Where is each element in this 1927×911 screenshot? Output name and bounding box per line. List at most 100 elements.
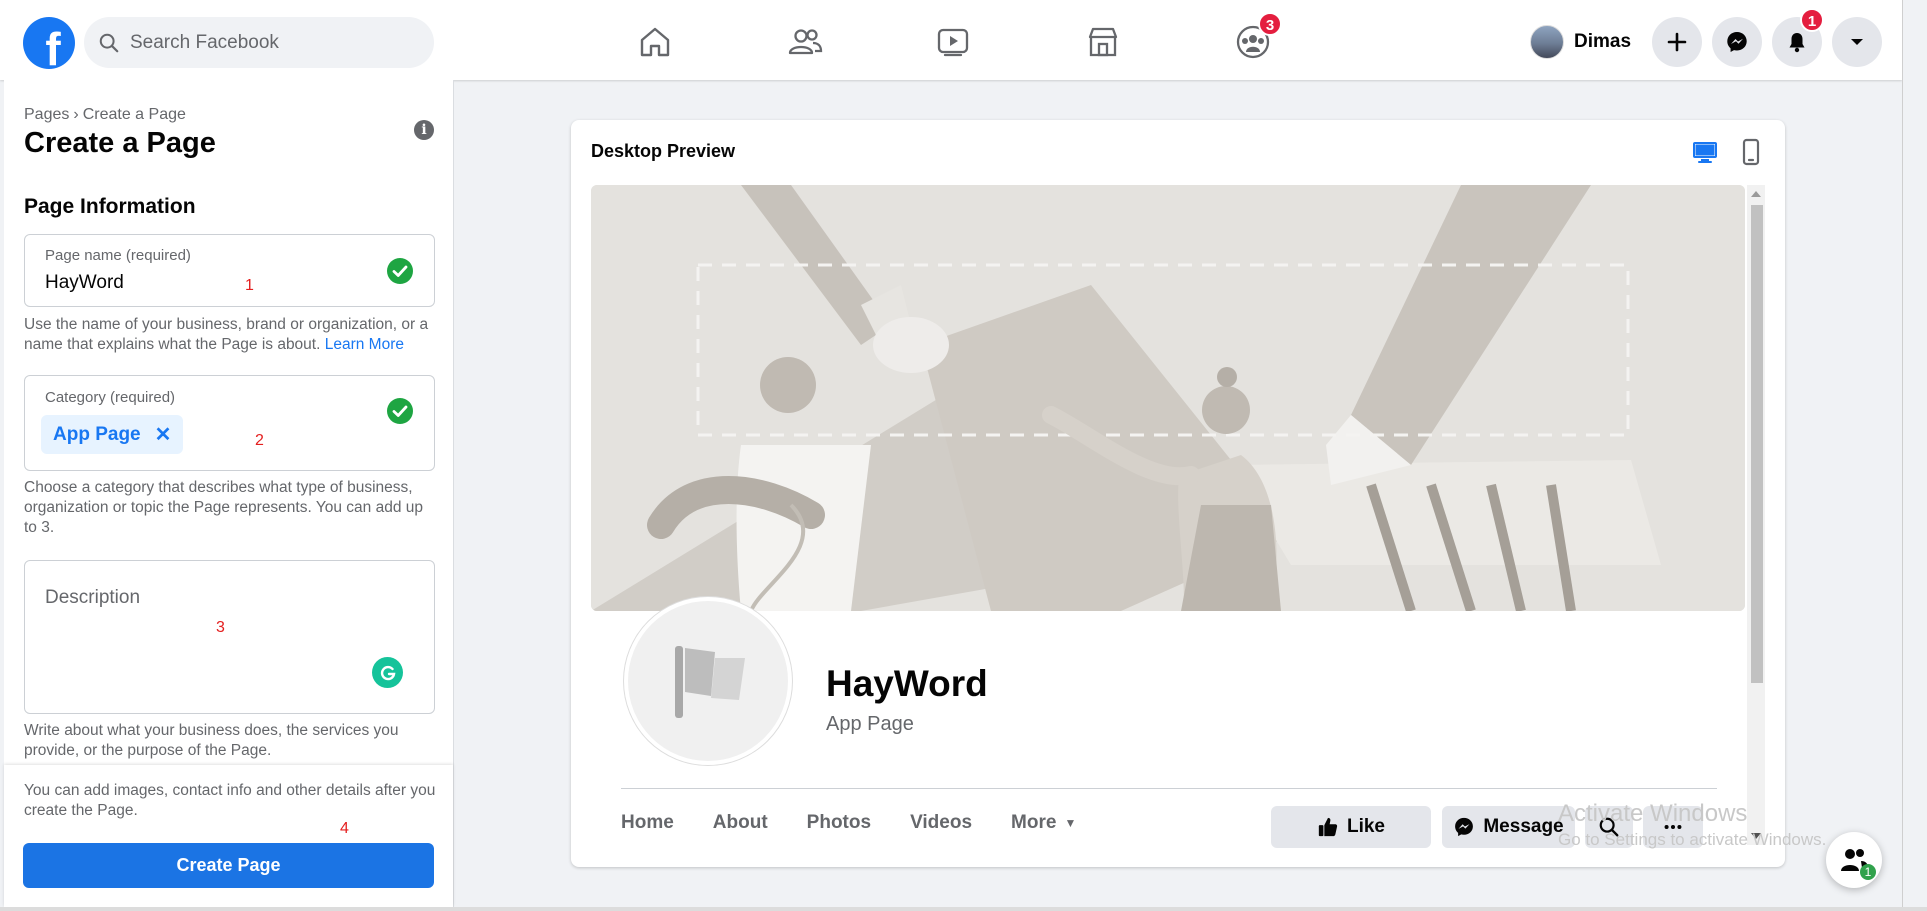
category-chip: App Page ✕ [41, 415, 184, 454]
friends-icon [788, 29, 823, 55]
account-menu-button[interactable] [1832, 17, 1882, 67]
window-bottom-edge [0, 907, 1927, 911]
avatar [1530, 25, 1564, 59]
create-page-button[interactable]: Create Page [23, 843, 434, 888]
annotation-2: 2 [255, 432, 264, 449]
desktop-icon [1693, 142, 1717, 163]
preview-scroll-thumb[interactable] [1751, 205, 1763, 683]
mobile-icon [1742, 138, 1760, 166]
breadcrumb-pages-link[interactable]: Pages [24, 106, 69, 123]
page-name-valid-check [387, 258, 413, 284]
category-field[interactable]: Category (required) App Page ✕ 2 [24, 375, 435, 471]
desktop-preview-card: Desktop Preview HayWord App Page Home Ab… [571, 120, 1785, 867]
search-box[interactable] [84, 17, 434, 68]
facebook-logo-icon[interactable]: f [23, 17, 75, 69]
preview-page-name: HayWord [826, 663, 988, 704]
tab-more[interactable]: More ▼ [1011, 812, 1076, 834]
home-nav-button[interactable] [630, 18, 680, 66]
annotation-4: 4 [340, 820, 349, 837]
notifications-badge: 1 [1800, 8, 1824, 32]
page-name-help: Use the name of your business, brand or … [24, 315, 439, 355]
tab-home-label: Home [621, 812, 674, 833]
activate-windows-watermark: Activate Windows Go to Settings to activ… [1558, 800, 1826, 850]
like-button-label: Like [1346, 816, 1386, 837]
annotation-3: 3 [216, 619, 225, 636]
groups-badge: 3 [1258, 12, 1282, 36]
learn-more-link[interactable]: Learn More [325, 336, 404, 353]
plus-icon [1667, 32, 1687, 52]
breadcrumb: Pages › Create a Page [24, 106, 186, 124]
check-icon [392, 265, 408, 277]
desktop-preview-toggle[interactable] [1689, 136, 1721, 168]
profile-name: Dimas [1574, 31, 1632, 52]
thumbs-up-icon [1318, 817, 1338, 837]
caret-down-icon [1851, 39, 1863, 45]
create-page-panel: Pages › Create a Page Create a Page i Page… [4, 80, 454, 907]
scroll-up-arrow-icon[interactable] [1751, 191, 1761, 197]
watermark-line-2: Go to Settings to activate Windows. [1558, 830, 1827, 849]
message-button[interactable]: Message [1442, 806, 1575, 848]
messenger-icon [1455, 817, 1474, 837]
info-icon[interactable]: i [414, 120, 434, 140]
tab-about-label: About [712, 812, 768, 833]
messenger-icon [1727, 32, 1747, 52]
tab-about[interactable]: About [713, 812, 768, 834]
profile-button[interactable]: Dimas [1530, 22, 1631, 62]
description-field[interactable]: Description 3 [24, 560, 435, 714]
page-name-field[interactable]: Page name (required) HayWord 1 [24, 234, 435, 307]
check-icon [392, 405, 408, 417]
category-chip-label: App Page [53, 423, 141, 445]
top-navigation-bar: f 3 Dimas 1 [0, 0, 1902, 80]
create-menu-button[interactable] [1652, 17, 1702, 67]
like-button[interactable]: Like [1271, 806, 1431, 848]
breadcrumb-separator: › [73, 106, 79, 123]
groups-nav-button[interactable]: 3 [1228, 12, 1282, 66]
bell-icon [1789, 33, 1805, 53]
tab-home[interactable]: Home [621, 812, 674, 834]
tab-videos-label: Videos [910, 812, 973, 833]
notifications-button[interactable]: 1 [1772, 8, 1824, 67]
page-title: Create a Page [24, 127, 216, 159]
grammarly-button[interactable] [372, 657, 403, 688]
tab-more-label: More [1011, 812, 1057, 833]
description-placeholder: Description [45, 587, 141, 608]
watch-icon [937, 28, 969, 57]
tab-photos-label: Photos [806, 812, 872, 833]
preview-divider [621, 788, 1717, 789]
mobile-preview-toggle[interactable] [1735, 136, 1767, 168]
search-input[interactable] [130, 31, 410, 54]
annotation-1: 1 [245, 277, 254, 294]
preview-page-category: App Page [826, 713, 914, 735]
footer-note: You can add images, contact info and oth… [24, 782, 436, 819]
message-button-label: Message [1483, 816, 1564, 837]
breadcrumb-current: Create a Page [82, 106, 186, 123]
watch-nav-button[interactable] [928, 18, 978, 66]
grammarly-icon [380, 665, 395, 680]
friends-nav-button[interactable] [780, 18, 830, 66]
marketplace-icon [1088, 27, 1118, 57]
home-icon [640, 27, 670, 57]
contacts-chat-button[interactable]: 1 [1826, 832, 1882, 888]
chat-count-badge: 1 [1860, 864, 1876, 880]
profile-picture-placeholder [624, 597, 792, 765]
category-label: Category (required) [45, 389, 176, 406]
remove-category-icon[interactable]: ✕ [155, 422, 172, 447]
section-title: Page Information [24, 195, 196, 218]
caret-down-icon: ▼ [1064, 816, 1077, 830]
category-help: Choose a category that describes what ty… [24, 479, 423, 536]
marketplace-nav-button[interactable] [1078, 18, 1128, 66]
flag-icon [675, 646, 745, 718]
cover-illustration [591, 185, 1745, 611]
tab-photos[interactable]: Photos [807, 812, 871, 834]
search-icon [99, 33, 119, 52]
tab-videos[interactable]: Videos [910, 812, 972, 834]
messenger-button[interactable] [1712, 17, 1762, 67]
preview-scrollbar[interactable] [1747, 185, 1765, 845]
description-help: Write about what your business does, the… [24, 722, 399, 759]
category-valid-check [387, 398, 413, 424]
preview-tabs: Home About Photos Videos More ▼ [621, 812, 1115, 834]
preview-title: Desktop Preview [591, 141, 736, 161]
page-name-label: Page name (required) [45, 247, 191, 264]
window-right-edge [1902, 0, 1927, 911]
page-name-value[interactable]: HayWord [45, 272, 124, 294]
